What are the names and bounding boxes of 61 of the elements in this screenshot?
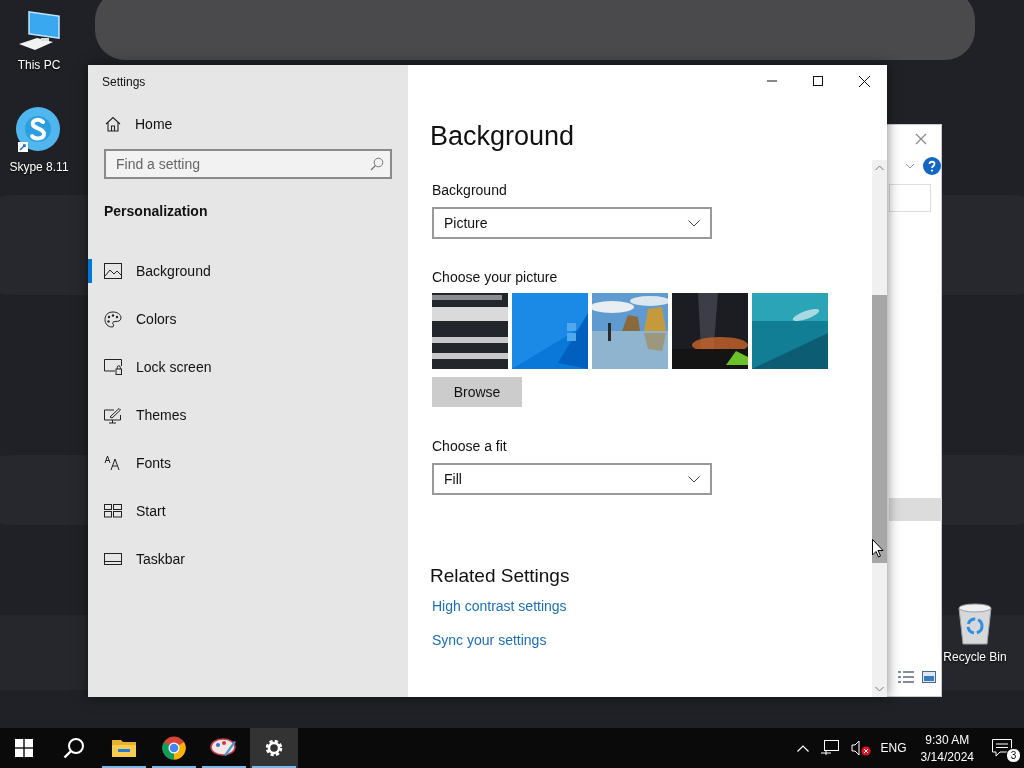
folder-icon — [112, 738, 136, 758]
mouse-pointer-icon — [872, 539, 884, 558]
notification-icon[interactable] — [992, 739, 1012, 757]
search-field[interactable]: Find a setting — [104, 149, 392, 179]
window-title: Settings — [102, 75, 147, 89]
sidebar-item[interactable]: Lock screen — [88, 343, 408, 391]
field-label: Choose your picture — [432, 269, 558, 285]
field-label: Background — [432, 182, 507, 198]
chevron-down-icon[interactable] — [905, 163, 915, 169]
browse-button[interactable]: Browse — [432, 377, 522, 407]
background-dropdown[interactable]: Picture — [432, 207, 712, 239]
chevron-up-icon[interactable] — [796, 744, 809, 752]
sidebar-item[interactable]: Fonts — [88, 439, 408, 487]
scrollbar[interactable] — [872, 160, 887, 697]
sidebar-item[interactable]: Taskbar — [88, 535, 408, 583]
help-icon[interactable] — [923, 157, 941, 175]
close-icon — [858, 75, 870, 87]
maximize-icon — [813, 76, 823, 86]
fit-dropdown[interactable]: Fill — [432, 463, 712, 495]
section-heading: Personalization — [104, 203, 209, 219]
home-nav-item[interactable]: Home — [88, 106, 408, 142]
settings-icon — [264, 738, 284, 758]
close-icon[interactable] — [915, 133, 927, 145]
screen-lock-icon — [104, 359, 122, 375]
field-label: Choose a fit — [432, 438, 507, 454]
section-heading: Related Settings — [430, 565, 570, 587]
preview-view-icon[interactable] — [922, 671, 936, 683]
network-icon[interactable] — [820, 740, 839, 756]
search-icon — [370, 157, 384, 171]
chevron-down-icon — [688, 475, 700, 483]
sidebar-item[interactable]: Background — [88, 247, 408, 295]
input-field[interactable] — [889, 184, 931, 212]
font-size-icon — [104, 455, 122, 471]
taskbar-icon — [104, 553, 122, 565]
search-icon — [63, 737, 85, 759]
sidebar-item[interactable]: Colors — [88, 295, 408, 343]
taskbar-app-button[interactable] — [250, 728, 298, 768]
details-view-icon[interactable] — [898, 671, 914, 683]
home-icon — [105, 116, 121, 132]
clock[interactable]: 9:30 AM 3/14/2024 — [920, 732, 974, 764]
settings-link[interactable]: High contrast settings — [432, 598, 567, 614]
desktop-icon-label: This PC — [17, 58, 61, 72]
themes-icon — [104, 406, 122, 424]
sidebar-item[interactable]: Themes — [88, 391, 408, 439]
desktop-icon-label: Recycle Bin — [943, 650, 1007, 664]
volume-icon[interactable] — [850, 740, 871, 756]
settings-link[interactable]: Sync your settings — [432, 632, 547, 648]
paint-palette-icon — [210, 737, 238, 759]
sidebar-item[interactable]: Start — [88, 487, 408, 535]
chevron-down-icon — [688, 219, 700, 227]
language-indicator[interactable]: ENG — [880, 741, 907, 755]
desktop-icon-label: Skype 8.11 — [9, 160, 69, 174]
recycle-bin-icon[interactable] — [955, 602, 995, 646]
palette-icon — [104, 310, 122, 328]
tiles-icon — [104, 504, 122, 518]
picture-icon — [104, 263, 122, 279]
scroll-thumb[interactable] — [872, 295, 887, 563]
windows-logo-icon — [15, 739, 33, 757]
notification-badge: 3 — [1006, 748, 1021, 763]
browser-icon — [162, 736, 186, 760]
page-title: Background — [430, 121, 575, 152]
